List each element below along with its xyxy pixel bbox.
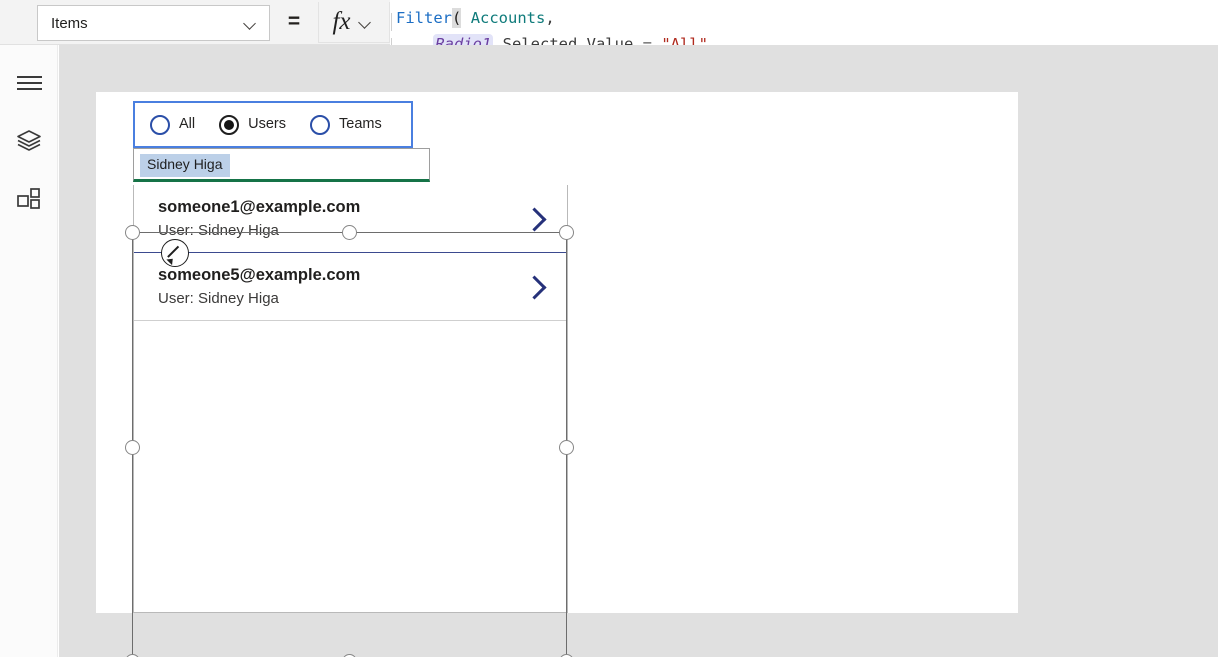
gallery-empty-area [134,321,567,611]
radio-option-teams[interactable]: Teams [310,114,382,135]
radio-option-label: Users [248,116,286,133]
gallery-row[interactable]: someone1@example.com User: Sidney Higa [134,185,567,253]
gallery-row-title: someone1@example.com [158,198,361,216]
radio-control[interactable]: All Users Teams [133,101,413,148]
property-selector[interactable]: Items [37,5,270,41]
equals-sign: = [287,10,301,33]
gallery-row-subtitle: User: Sidney Higa [158,222,279,240]
gallery-row[interactable]: someone5@example.com User: Sidney Higa [134,253,567,321]
radio-circle-selected-icon [219,114,240,135]
app-root: Items = fx Filter( Accounts, Radio1 .Sele… [0,0,1218,657]
combobox-selected-chip: Sidney Higa [140,154,230,177]
formula-token [461,9,470,27]
formula-token: , [545,9,555,27]
resize-handle-middle-left[interactable] [125,440,140,455]
chevron-right-icon[interactable] [525,272,543,302]
resize-handle-top-right[interactable] [559,225,574,240]
chevron-right-icon[interactable] [525,204,543,234]
chevron-down-icon [358,15,372,29]
combobox-control[interactable]: Sidney Higa [133,148,430,182]
radio-option-all[interactable]: All [150,114,196,135]
left-rail [0,45,58,657]
gallery-row-title: someone5@example.com [158,266,361,284]
resize-handle-middle-right[interactable] [559,440,574,455]
pencil-icon[interactable] [161,239,189,267]
app-canvas[interactable]: All Users Teams Sidney Higa someone1@exa… [96,92,1018,657]
fx-icon: fx [332,7,351,35]
gallery-row-subtitle: User: Sidney Higa [158,290,279,308]
radio-circle-icon [150,114,170,135]
hamburger-icon [16,76,42,90]
radio-option-users[interactable]: Users [219,114,286,135]
sidebar-item-tree-view[interactable] [0,116,58,168]
resize-handle-top-left[interactable] [125,225,140,240]
sidebar-item-insert[interactable] [0,176,58,228]
workspace: All Users Teams Sidney Higa someone1@exa… [59,45,1218,657]
gallery-control[interactable]: someone1@example.com User: Sidney Higa s… [133,185,568,613]
radio-circle-icon [310,114,330,135]
formula-token: Filter [396,9,452,27]
formula-line: Filter( Accounts, [396,6,1085,32]
chevron-down-icon [243,16,257,30]
components-icon [16,187,42,218]
property-selector-value: Items [51,14,88,32]
fx-button[interactable]: fx [318,2,390,43]
radio-option-label: Teams [339,116,382,133]
formula-token: Accounts [470,9,546,27]
formula-token: ( [452,8,462,28]
radio-option-label: All [179,116,196,133]
resize-handle-top-center[interactable] [342,225,357,240]
sidebar-item-menu[interactable] [0,57,58,109]
layers-icon [16,128,42,157]
formula-bar-toolbar: Items = fx [0,0,390,45]
